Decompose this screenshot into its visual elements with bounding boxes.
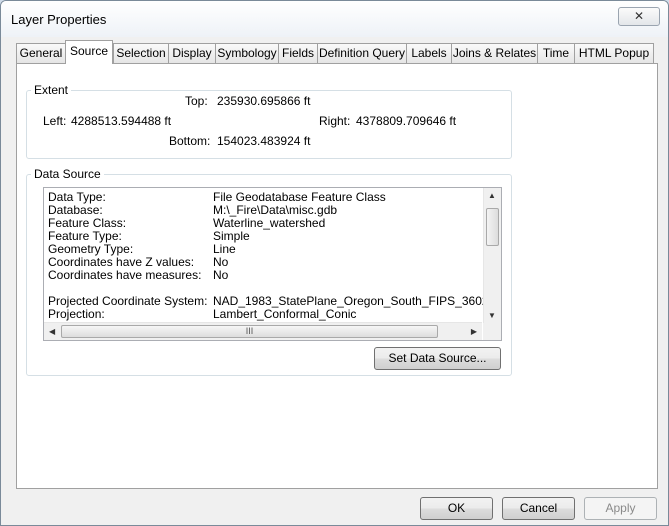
scroll-down-icon[interactable]: ▼ [488,311,496,320]
tab-general[interactable]: General [16,43,66,63]
detail-key: Database: [48,203,103,217]
apply-button[interactable]: Apply [584,497,657,520]
close-button[interactable]: ✕ [618,7,660,26]
scrollbar-corner [483,323,501,340]
extent-right-value: 4378809.709646 ft [356,114,457,128]
extent-bottom-label: Bottom: [169,134,211,148]
detail-value: Line [213,242,236,256]
dialog-title: Layer Properties [11,12,107,27]
extent-left-label: Left: [43,114,67,128]
scroll-left-icon[interactable]: ◀ [49,327,55,336]
layer-properties-dialog: Layer Properties ✕ General Source Select… [0,0,669,526]
detail-value: File Geodatabase Feature Class [213,190,386,204]
detail-value: No [213,255,229,269]
tab-source[interactable]: Source [65,40,113,64]
detail-value: Lambert_Conformal_Conic [213,307,357,321]
detail-key: Projected Coordinate System: [48,294,208,308]
tab-selection[interactable]: Selection [113,43,169,63]
data-source-legend: Data Source [34,167,101,181]
title-bar: Layer Properties ✕ [1,1,668,37]
horizontal-scrollbar[interactable]: ◀ III ▶ [44,322,482,340]
ok-button[interactable]: OK [420,497,493,520]
detail-key: Feature Type: [48,229,122,243]
cancel-button[interactable]: Cancel [502,497,575,520]
extent-top-label: Top: [185,94,208,108]
vertical-scroll-thumb[interactable] [486,208,499,246]
tab-time[interactable]: Time [537,43,575,63]
horizontal-scroll-thumb[interactable]: III [61,325,438,338]
vertical-scrollbar[interactable]: ▲ ▼ [483,188,501,323]
scroll-up-icon[interactable]: ▲ [488,191,496,200]
extent-right-label: Right: [319,114,351,128]
data-source-details-list[interactable]: Data Type: File Geodatabase Feature Class… [43,187,502,341]
tab-definition-query[interactable]: Definition Query [317,43,407,63]
extent-bottom-value: 154023.483924 ft [217,134,311,148]
detail-value: No [213,268,229,282]
close-icon: ✕ [633,9,645,23]
extent-legend: Extent [34,83,69,97]
tab-fields[interactable]: Fields [278,43,318,63]
detail-key: Data Type: [48,190,106,204]
tab-symbology[interactable]: Symbology [215,43,279,63]
detail-key: Projection: [48,307,105,321]
detail-value: M:\_Fire\Data\misc.gdb [213,203,338,217]
detail-key: Coordinates have Z values: [48,255,195,269]
set-data-source-button[interactable]: Set Data Source... [374,347,501,370]
grip-icon: III [245,326,254,336]
detail-key: Coordinates have measures: [48,268,202,282]
detail-key: Geometry Type: [48,242,134,256]
detail-value: Simple [213,229,250,243]
detail-key: Feature Class: [48,216,127,230]
tab-strip: General Source Selection Display Symbolo… [16,40,656,64]
tab-html-popup[interactable]: HTML Popup [574,43,654,63]
detail-value: Waterline_watershed [213,216,326,230]
tab-joins-relates[interactable]: Joins & Relates [451,43,538,63]
detail-value: NAD_1983_StatePlane_Oregon_South_FIPS_36… [213,294,502,308]
extent-top-value: 235930.695866 ft [217,94,311,108]
tab-labels[interactable]: Labels [406,43,452,63]
scroll-right-icon[interactable]: ▶ [471,327,477,336]
tab-display[interactable]: Display [168,43,216,63]
extent-left-value: 4288513.594488 ft [71,114,172,128]
